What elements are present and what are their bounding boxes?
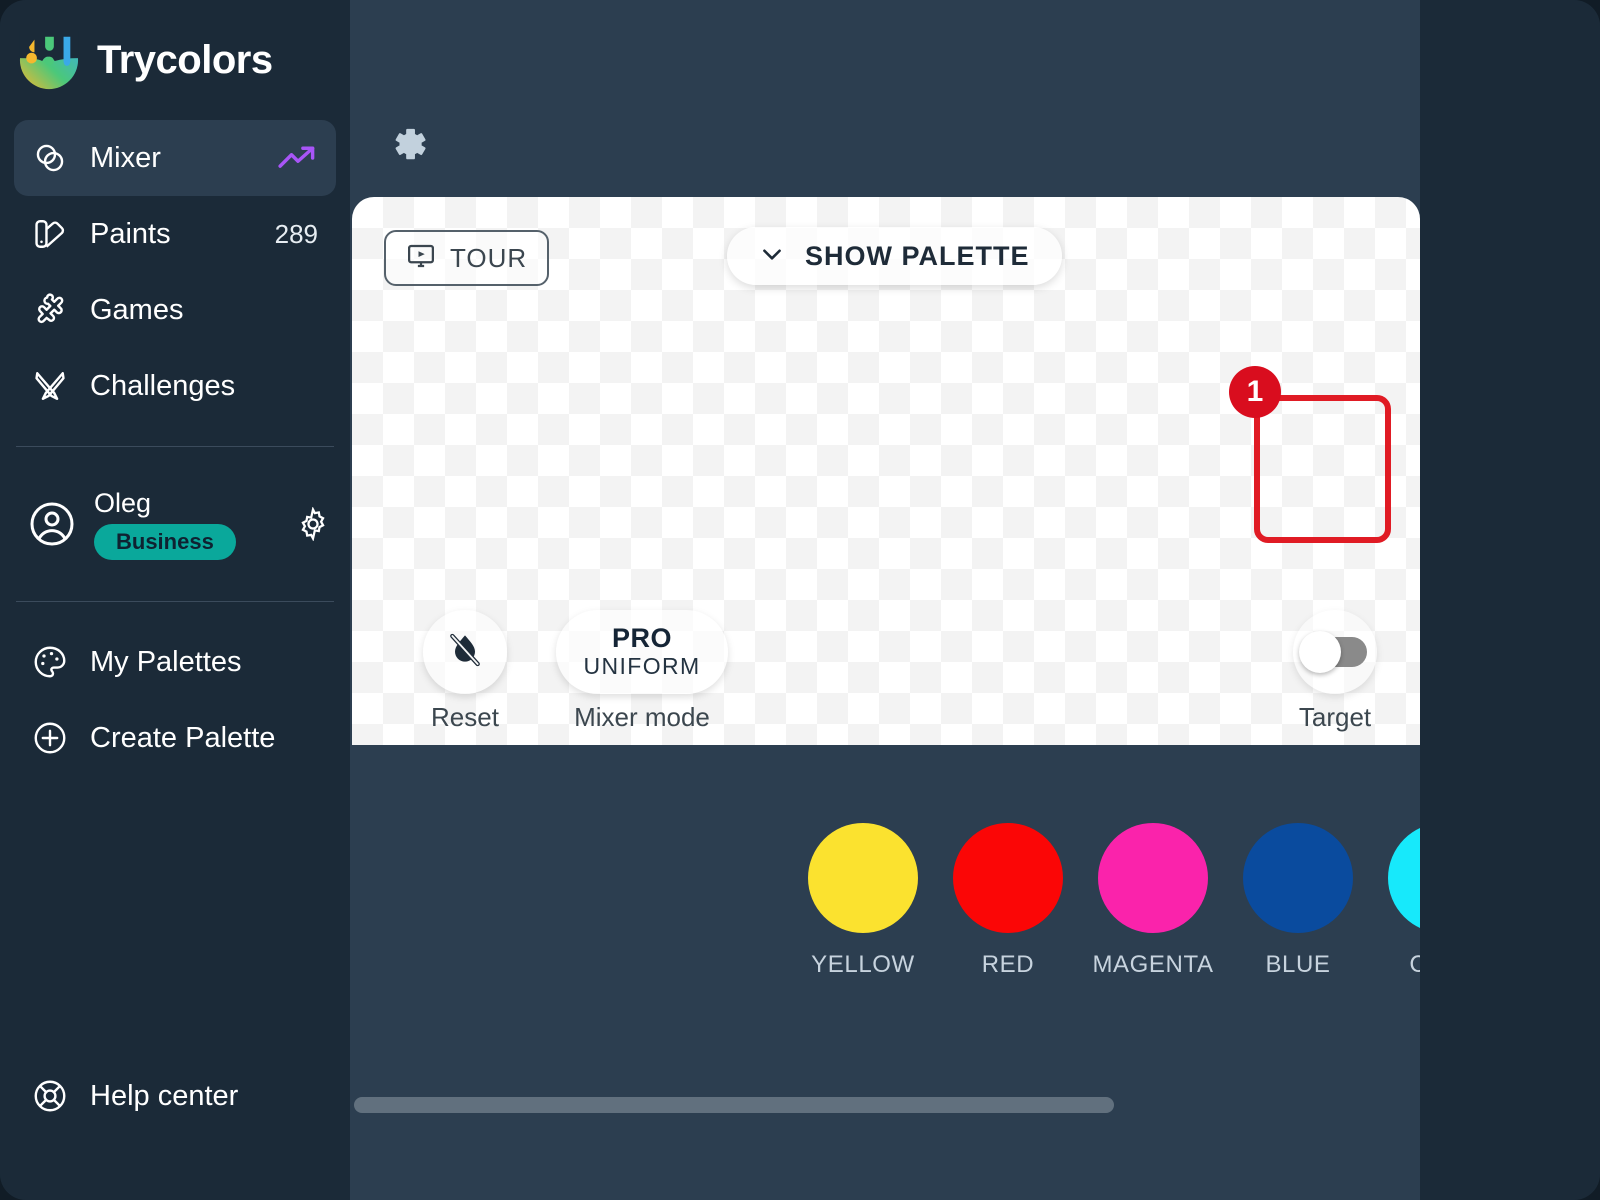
- sidebar-item-challenges[interactable]: Challenges: [14, 348, 336, 424]
- sidebar-item-help-center-wrap: Help center: [14, 1058, 336, 1134]
- sidebar-item-games[interactable]: Games: [14, 272, 336, 348]
- video-play-icon: [406, 241, 436, 276]
- swatch-color[interactable]: [953, 823, 1063, 933]
- app-shell: Trycolors Mixer Paints 289 Games Challen…: [0, 0, 1600, 1200]
- scrollbar-thumb[interactable]: [354, 1097, 1114, 1113]
- app-root: Trycolors Mixer Paints 289 Games Challen…: [0, 0, 1600, 1200]
- palette-icon: [30, 642, 70, 682]
- mixer-mode-control: PRO UNIFORM Mixer mode: [477, 610, 807, 733]
- trending-up-icon: [278, 145, 318, 171]
- tour-button[interactable]: TOUR: [384, 230, 550, 286]
- swatch-label: RED: [981, 951, 1035, 978]
- annotation-step-number: 1: [1229, 366, 1281, 418]
- swatch-color[interactable]: [1388, 823, 1420, 933]
- horizontal-scrollbar[interactable]: [354, 1097, 1420, 1113]
- show-palette-button[interactable]: SHOW PALETTE: [727, 227, 1062, 285]
- puzzle-piece-icon: [30, 290, 70, 330]
- target-caption: Target: [1298, 702, 1372, 732]
- list-item[interactable]: RED: [953, 823, 1063, 979]
- sidebar-item-label: My Palettes: [90, 645, 242, 678]
- paints-count: 289: [274, 218, 318, 249]
- swatch-list: YELLOW RED MAGENTA BLUE C: [808, 823, 1420, 979]
- sidebar-item-mixer[interactable]: Mixer: [14, 120, 336, 196]
- swatch-color[interactable]: [808, 823, 918, 933]
- show-palette-label: SHOW PALETTE: [805, 240, 1030, 271]
- content-area: TOUR SHOW PALETTE Reset PRO UNIFORM Mixe…: [350, 0, 1420, 1200]
- sidebar-item-my-palettes[interactable]: My Palettes: [14, 624, 336, 700]
- mixer-circles-icon: [30, 138, 70, 178]
- sidebar-item-label: Games: [90, 293, 184, 326]
- sidebar-divider-bottom: [16, 601, 334, 602]
- target-toggle[interactable]: [1293, 610, 1377, 694]
- toggle-track: [1299, 631, 1367, 673]
- swatch-color[interactable]: [1098, 823, 1208, 933]
- sidebar-divider-top: [16, 446, 334, 447]
- palette-strip: YELLOW RED MAGENTA BLUE C: [352, 745, 1420, 1145]
- mixer-mode-caption: Mixer mode: [574, 702, 710, 732]
- sidebar-item-label: Help center: [90, 1079, 239, 1112]
- brand: Trycolors: [14, 0, 336, 120]
- user-circle-icon: [28, 500, 76, 548]
- mixer-mode-button[interactable]: PRO UNIFORM: [556, 610, 728, 694]
- toggle-knob: [1299, 631, 1341, 673]
- swatch-color[interactable]: [1243, 823, 1353, 933]
- crossed-swords-icon: [30, 366, 70, 406]
- swatch-label: YELLOW: [811, 951, 915, 978]
- target-control: Target: [1255, 610, 1415, 733]
- list-item[interactable]: YELLOW: [808, 823, 918, 979]
- gear-icon[interactable]: [296, 506, 330, 542]
- mixer-mode-secondary: UNIFORM: [583, 652, 701, 679]
- palette-settings-gear-icon[interactable]: [386, 123, 430, 167]
- sidebar: Trycolors Mixer Paints 289 Games Challen…: [0, 0, 350, 1200]
- chevron-down-icon: [759, 241, 785, 272]
- plus-circle-icon: [30, 718, 70, 758]
- list-item[interactable]: CYAN: [1388, 823, 1420, 979]
- paints-swatch-icon: [30, 214, 70, 254]
- mixer-canvas[interactable]: TOUR SHOW PALETTE Reset PRO UNIFORM Mixe…: [352, 197, 1420, 745]
- account-row[interactable]: Oleg Business: [14, 469, 336, 579]
- sidebar-item-label: Mixer: [90, 141, 161, 174]
- sidebar-item-label: Create Palette: [90, 721, 276, 754]
- tour-button-label: TOUR: [450, 242, 528, 273]
- swatch-label: BLUE: [1265, 951, 1331, 978]
- sidebar-item-label: Paints: [90, 217, 171, 250]
- status-badge: Business: [94, 524, 236, 560]
- swatch-label: CYAN: [1409, 951, 1420, 978]
- right-background-strip: [1420, 0, 1600, 1200]
- lifebuoy-icon: [30, 1076, 70, 1116]
- account-name: Oleg: [94, 488, 152, 518]
- mixer-mode-primary: PRO: [611, 623, 672, 654]
- sidebar-item-create-palette[interactable]: Create Palette: [14, 700, 336, 776]
- trycolors-logo-icon: [18, 29, 80, 91]
- sidebar-item-paints[interactable]: Paints 289: [14, 196, 336, 272]
- swatch-label: MAGENTA: [1092, 951, 1214, 978]
- account-info: Oleg Business: [94, 488, 278, 560]
- brand-name: Trycolors: [97, 37, 273, 82]
- list-item[interactable]: BLUE: [1243, 823, 1353, 979]
- list-item[interactable]: MAGENTA: [1092, 823, 1213, 979]
- sidebar-item-label: Challenges: [90, 369, 236, 402]
- sidebar-item-help-center[interactable]: Help center: [14, 1058, 336, 1134]
